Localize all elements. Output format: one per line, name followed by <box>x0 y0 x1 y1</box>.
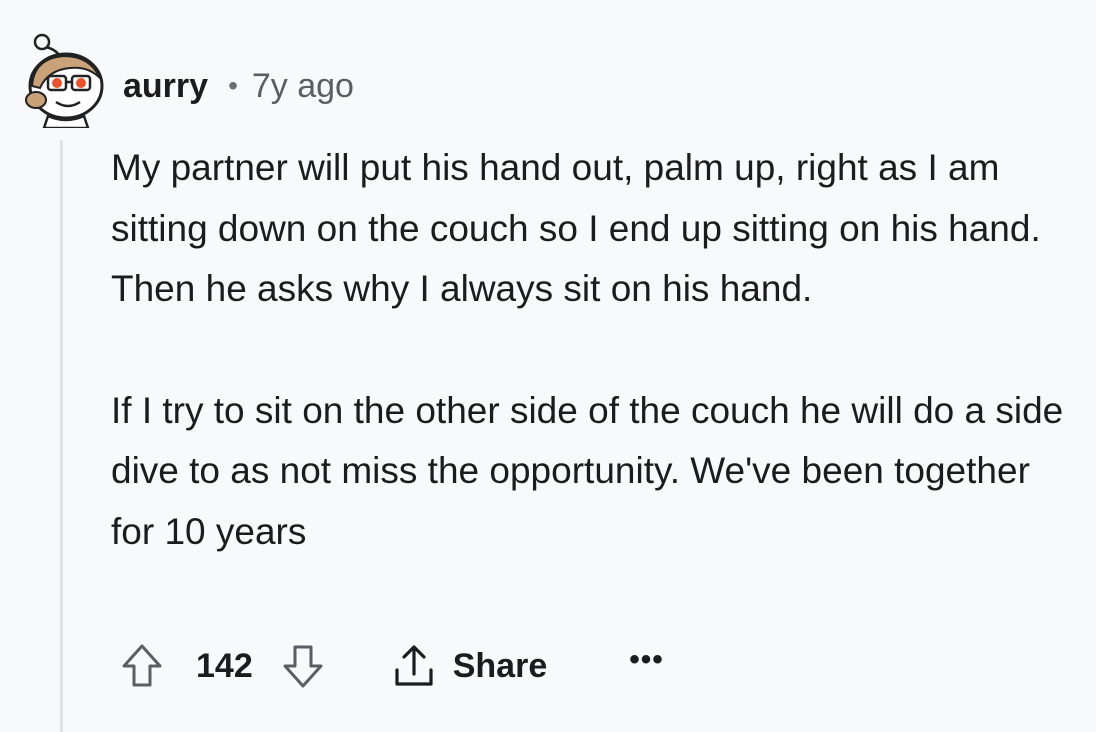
action-bar: 142 Share ••• <box>120 636 664 696</box>
comment: aurry • 7y ago My partner will put his h… <box>0 0 1096 732</box>
upvote-button[interactable] <box>120 642 164 690</box>
downvote-button[interactable] <box>281 642 325 690</box>
username[interactable]: aurry <box>123 67 208 106</box>
share-label: Share <box>452 646 548 685</box>
more-options-button[interactable]: ••• <box>629 645 664 687</box>
comment-paragraph: If I try to sit on the other side of the… <box>111 389 1064 552</box>
vote-score: 142 <box>196 646 253 685</box>
share-upload-icon <box>395 645 433 686</box>
separator-dot: • <box>228 70 238 101</box>
avatar[interactable] <box>18 28 114 130</box>
comment-paragraph: My partner will put his hand out, palm u… <box>111 147 1041 309</box>
share-button[interactable]: Share <box>393 644 548 688</box>
snoo-avatar-icon <box>25 33 104 130</box>
timestamp[interactable]: 7y ago <box>252 67 354 106</box>
thread-line[interactable] <box>60 140 63 732</box>
arrow-down-outline-icon <box>283 645 323 688</box>
arrow-up-outline-icon <box>122 644 162 687</box>
comment-header: aurry • 7y ago <box>123 62 354 110</box>
comment-body: My partner will put his hand out, palm u… <box>111 138 1071 562</box>
